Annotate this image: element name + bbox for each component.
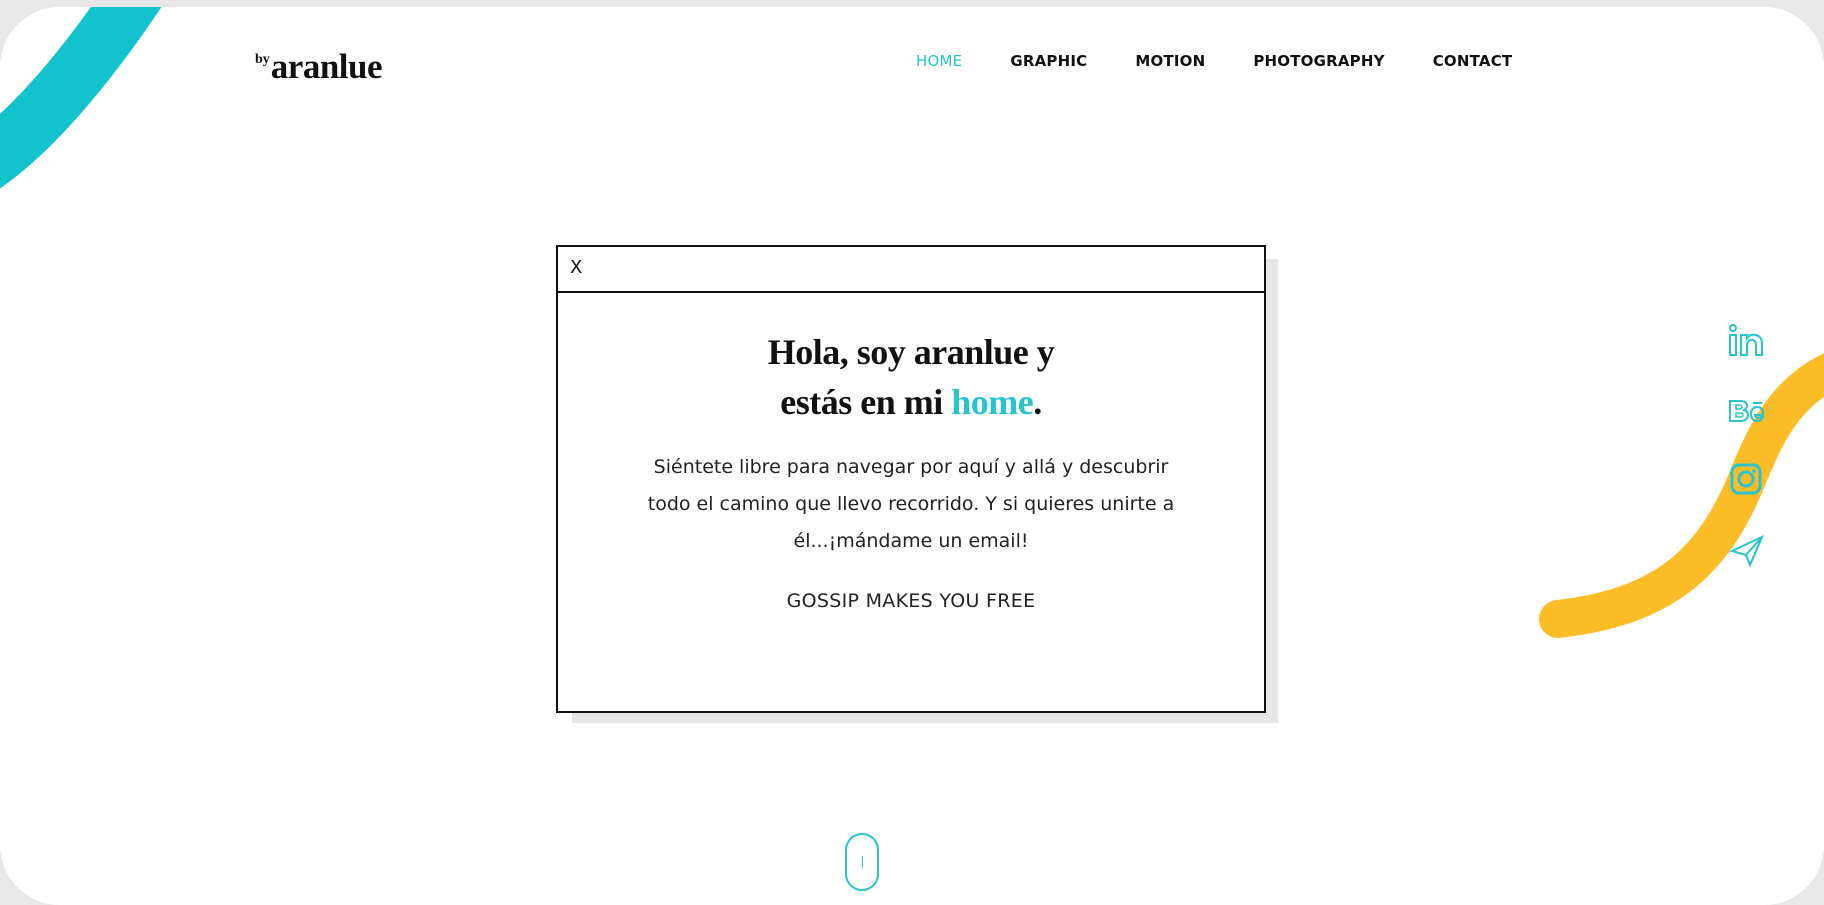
scroll-indicator[interactable] bbox=[845, 833, 879, 891]
page-frame: by aranlue HOME GRAPHIC MOTION PHOTOGRAP… bbox=[0, 7, 1824, 905]
behance-icon[interactable] bbox=[1728, 393, 1766, 431]
nav-item-home[interactable]: HOME bbox=[916, 52, 962, 70]
teal-brush-stroke bbox=[0, 7, 162, 189]
nav-item-graphic[interactable]: GRAPHIC bbox=[1010, 52, 1087, 70]
dialog-heading-highlight: home bbox=[951, 382, 1034, 422]
dialog-heading-line2: estás en mi home. bbox=[558, 377, 1264, 427]
send-icon[interactable] bbox=[1728, 531, 1766, 569]
instagram-icon[interactable] bbox=[1728, 461, 1766, 499]
yellow-brush-stroke bbox=[1539, 353, 1824, 638]
logo[interactable]: by aranlue bbox=[255, 47, 383, 87]
dialog-tagline: GOSSIP MAKES YOU FREE bbox=[786, 590, 1036, 612]
logo-prefix: by bbox=[255, 52, 270, 67]
nav-item-contact[interactable]: CONTACT bbox=[1433, 52, 1513, 70]
dialog-title-bar: X bbox=[558, 247, 1264, 293]
linkedin-icon[interactable] bbox=[1728, 323, 1766, 361]
welcome-dialog: X Hola, soy aranlue y estás en mi home. … bbox=[556, 245, 1266, 713]
dialog-body-text: Siéntete libre para navegar por aquí y a… bbox=[647, 456, 1175, 552]
dialog-heading-post: . bbox=[1033, 382, 1042, 422]
nav-item-photography[interactable]: PHOTOGRAPHY bbox=[1253, 52, 1384, 70]
dialog-heading-line1: Hola, soy aranlue y bbox=[767, 332, 1055, 372]
logo-name: aranlue bbox=[270, 47, 383, 86]
nav-item-motion[interactable]: MOTION bbox=[1135, 52, 1205, 70]
dialog-heading: Hola, soy aranlue y estás en mi home. bbox=[558, 327, 1264, 427]
main-nav: HOME GRAPHIC MOTION PHOTOGRAPHY CONTACT bbox=[916, 52, 1512, 70]
dialog-close-button[interactable]: X bbox=[570, 258, 582, 278]
dialog-heading-pre: estás en mi bbox=[780, 382, 952, 422]
